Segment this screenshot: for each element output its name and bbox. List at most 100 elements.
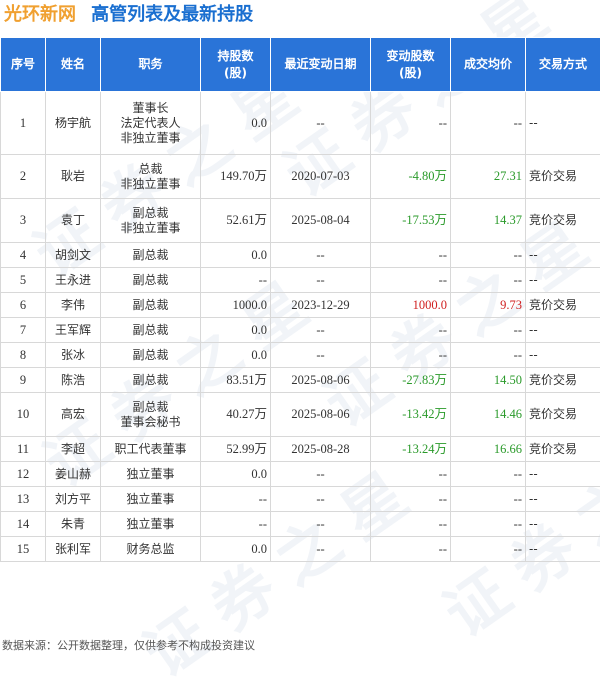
cell-change: -17.53万	[371, 199, 451, 243]
cell-shares: 40.27万	[201, 393, 271, 437]
cell-shares: 0.0	[201, 318, 271, 343]
cell-change: --	[371, 537, 451, 562]
table-row: 15张利军财务总监0.0--------	[1, 537, 600, 562]
table-row: 10高宏副总裁董事会秘书40.27万2025-08-06-13.42万14.46…	[1, 393, 600, 437]
column-header-name: 姓名	[46, 38, 101, 92]
cell-name: 杨宇航	[46, 92, 101, 155]
cell-name: 王永进	[46, 268, 101, 293]
cell-method: --	[526, 243, 600, 268]
cell-change: -4.80万	[371, 155, 451, 199]
cell-name: 陈浩	[46, 368, 101, 393]
cell-shares: --	[201, 487, 271, 512]
cell-date: --	[271, 512, 371, 537]
cell-name: 王军辉	[46, 318, 101, 343]
cell-date: --	[271, 243, 371, 268]
cell-change: -13.42万	[371, 393, 451, 437]
cell-date: 2023-12-29	[271, 293, 371, 318]
cell-no: 11	[1, 437, 46, 462]
cell-shares: 0.0	[201, 92, 271, 155]
cell-shares: --	[201, 268, 271, 293]
cell-name: 袁丁	[46, 199, 101, 243]
cell-shares: 0.0	[201, 243, 271, 268]
table-row: 12姜山赫独立董事0.0--------	[1, 462, 600, 487]
cell-method: 竞价交易	[526, 293, 600, 318]
cell-change: -27.83万	[371, 368, 451, 393]
cell-no: 1	[1, 92, 46, 155]
cell-name: 李伟	[46, 293, 101, 318]
page-title: 高管列表及最新持股	[91, 4, 253, 25]
cell-price: --	[451, 487, 526, 512]
cell-price: --	[451, 462, 526, 487]
page-header: 光环新网 高管列表及最新持股	[0, 0, 253, 30]
cell-method: 竞价交易	[526, 155, 600, 199]
table-row: 3袁丁副总裁非独立董事52.61万2025-08-04-17.53万14.37竞…	[1, 199, 600, 243]
cell-no: 6	[1, 293, 46, 318]
cell-price: --	[451, 318, 526, 343]
cell-role: 董事长法定代表人非独立董事	[101, 92, 201, 155]
cell-date: 2025-08-06	[271, 368, 371, 393]
cell-method: 竞价交易	[526, 368, 600, 393]
footer-disclaimer: 数据来源：公开数据整理，仅供参考不构成投资建议	[2, 637, 255, 653]
cell-name: 姜山赫	[46, 462, 101, 487]
cell-date: --	[271, 318, 371, 343]
cell-shares: 0.0	[201, 462, 271, 487]
cell-method: --	[526, 318, 600, 343]
table-row: 1杨宇航董事长法定代表人非独立董事0.0--------	[1, 92, 600, 155]
cell-price: 14.50	[451, 368, 526, 393]
cell-no: 10	[1, 393, 46, 437]
cell-date: --	[271, 537, 371, 562]
table-row: 7王军辉副总裁0.0--------	[1, 318, 600, 343]
cell-price: --	[451, 268, 526, 293]
column-header-role: 职务	[101, 38, 201, 92]
cell-price: --	[451, 92, 526, 155]
column-header-no: 序号	[1, 38, 46, 92]
cell-price: 14.37	[451, 199, 526, 243]
cell-date: 2025-08-04	[271, 199, 371, 243]
cell-no: 14	[1, 512, 46, 537]
cell-no: 3	[1, 199, 46, 243]
cell-date: --	[271, 487, 371, 512]
cell-role: 副总裁董事会秘书	[101, 393, 201, 437]
cell-no: 15	[1, 537, 46, 562]
table-row: 6李伟副总裁1000.02023-12-291000.09.73竞价交易	[1, 293, 600, 318]
cell-date: 2020-07-03	[271, 155, 371, 199]
cell-date: --	[271, 462, 371, 487]
cell-name: 胡剑文	[46, 243, 101, 268]
cell-role: 总裁非独立董事	[101, 155, 201, 199]
cell-shares: 0.0	[201, 537, 271, 562]
cell-price: 27.31	[451, 155, 526, 199]
cell-date: --	[271, 92, 371, 155]
cell-no: 9	[1, 368, 46, 393]
cell-change: --	[371, 487, 451, 512]
cell-role: 独立董事	[101, 487, 201, 512]
table-row: 13刘方平独立董事----------	[1, 487, 600, 512]
cell-no: 5	[1, 268, 46, 293]
cell-role: 财务总监	[101, 537, 201, 562]
cell-role: 职工代表董事	[101, 437, 201, 462]
cell-name: 张冰	[46, 343, 101, 368]
cell-change: --	[371, 243, 451, 268]
cell-name: 高宏	[46, 393, 101, 437]
column-header-date: 最近变动日期	[271, 38, 371, 92]
cell-change: --	[371, 343, 451, 368]
cell-shares: 0.0	[201, 343, 271, 368]
cell-change: -13.24万	[371, 437, 451, 462]
cell-role: 副总裁	[101, 268, 201, 293]
cell-method: --	[526, 92, 600, 155]
cell-change: 1000.0	[371, 293, 451, 318]
column-header-change: 变动股数(股)	[371, 38, 451, 92]
executive-table: 序号姓名职务持股数(股)最近变动日期变动股数(股)成交均价交易方式 1杨宇航董事…	[0, 37, 600, 562]
table-header-row: 序号姓名职务持股数(股)最近变动日期变动股数(股)成交均价交易方式	[1, 38, 600, 92]
cell-price: 16.66	[451, 437, 526, 462]
cell-change: --	[371, 462, 451, 487]
cell-date: --	[271, 343, 371, 368]
cell-price: --	[451, 537, 526, 562]
cell-method: --	[526, 268, 600, 293]
cell-no: 13	[1, 487, 46, 512]
cell-price: --	[451, 243, 526, 268]
cell-role: 副总裁	[101, 293, 201, 318]
cell-role: 副总裁非独立董事	[101, 199, 201, 243]
cell-price: --	[451, 512, 526, 537]
cell-no: 8	[1, 343, 46, 368]
cell-role: 独立董事	[101, 462, 201, 487]
